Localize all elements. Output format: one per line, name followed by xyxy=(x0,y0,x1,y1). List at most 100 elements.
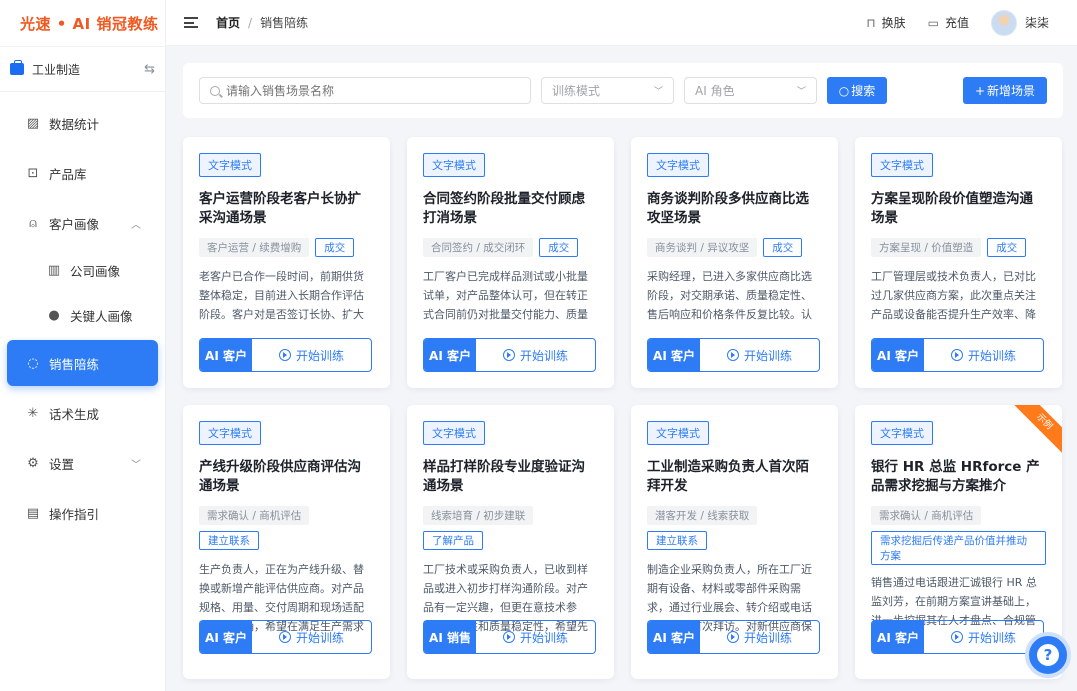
start-training-button[interactable]: 开始训练 xyxy=(476,621,595,653)
mode-tag: 文字模式 xyxy=(423,153,485,177)
search-icon: ○ xyxy=(838,83,850,98)
play-icon xyxy=(950,349,963,361)
sidebar-item-label: 关键人画像 xyxy=(70,309,133,324)
start-training-button[interactable]: 开始训练 xyxy=(252,621,371,653)
mode-tag: 文字模式 xyxy=(199,421,261,445)
ai-role-button[interactable]: AI 客户 xyxy=(872,339,924,371)
search-button[interactable]: ○ 搜索 xyxy=(827,77,887,104)
breadcrumb-home[interactable]: 首页 xyxy=(216,14,240,31)
start-training-button[interactable]: 开始训练 xyxy=(476,339,595,371)
mode-tag: 文字模式 xyxy=(199,153,261,177)
sample-ribbon: 示例 xyxy=(1009,405,1062,457)
building-icon: ▥ xyxy=(47,263,61,278)
ai-role-button[interactable]: AI 客户 xyxy=(648,621,700,653)
play-icon xyxy=(278,631,291,643)
header-actions: ⊓ 换肤 ▭ 充值 柒柒 xyxy=(866,9,1049,36)
sidebar-item-label: 话术生成 xyxy=(49,406,100,422)
help-button[interactable]: ? xyxy=(1025,632,1071,678)
scene-card[interactable]: 文字模式 方案呈现阶段价值塑造沟通场景 方案呈现 / 价值塑造 成交 工厂管理层… xyxy=(855,137,1062,388)
scene-card[interactable]: 文字模式 工业制造采购负责人首次陌拜开发 潜客开发 / 线索获取 建立联系 制造… xyxy=(631,405,838,679)
skin-button[interactable]: ⊓ 换肤 xyxy=(866,14,905,31)
category-tag: 需求确认 / 商机评估 xyxy=(871,506,982,525)
card-description: 老客户已合作一段时间，前期供货整体稳定，目前进入长期合作评估阶段。客户对是否签订… xyxy=(199,270,364,321)
switch-icon[interactable]: ⇆ xyxy=(144,62,155,77)
mode-tag: 文字模式 xyxy=(871,153,933,177)
stage-tag: 了解产品 xyxy=(423,531,483,550)
ai-role-button[interactable]: AI 客户 xyxy=(872,621,924,653)
scene-card[interactable]: 文字模式 样品打样阶段专业度验证沟通场景 线索培育 / 初步建联 了解产品 工厂… xyxy=(407,405,614,679)
start-training-label: 开始训练 xyxy=(743,630,792,645)
card-actions: AI 客户 开始训练 xyxy=(647,338,820,372)
sidebar-item-company-profile[interactable]: ▥ 公司画像 xyxy=(0,248,165,293)
sidebar-item-key-person[interactable]: ● 关键人画像 xyxy=(0,293,165,338)
scene-card[interactable]: 文字模式 产线升级阶段供应商评估沟通场景 需求确认 / 商机评估 建立联系 生产… xyxy=(183,405,390,679)
ai-role-button[interactable]: AI 客户 xyxy=(200,621,252,653)
start-training-button[interactable]: 开始训练 xyxy=(252,339,371,371)
card-title: 工业制造采购负责人首次陌拜开发 xyxy=(647,459,809,494)
sidebar-item-stats[interactable]: ▨ 数据统计 xyxy=(0,98,165,148)
card-actions: AI 客户 开始训练 xyxy=(423,338,596,372)
card-title: 合同签约阶段批量交付顾虑打消场景 xyxy=(423,191,585,226)
start-training-button[interactable]: 开始训练 xyxy=(700,621,819,653)
chevron-down-icon: ﹀ xyxy=(653,87,663,97)
sidebar-item-settings[interactable]: ⚙ 设置 ﹀ xyxy=(0,438,165,488)
doc-icon: ▤ xyxy=(26,505,40,521)
card-description: 采购经理，已进入多家供应商比选阶段，对交期承诺、质量稳定性、售后响应和价格条件反… xyxy=(647,270,812,321)
sidebar-item-label: 客户画像 xyxy=(49,216,100,232)
workspace-selector[interactable]: 工业制造 ⇆ xyxy=(0,46,165,92)
card-tags: 需求确认 / 商机评估 需求挖掘后传递产品价值并推动方案 xyxy=(871,506,1046,565)
sidebar-item-sales-training[interactable]: ◌ 销售陪练 xyxy=(7,340,158,386)
ai-role-button[interactable]: AI 销售 xyxy=(424,621,476,653)
app-logo[interactable]: 光速 • AI 销冠教练 xyxy=(0,0,165,46)
card-tags: 合同签约 / 成交闭环 成交 xyxy=(423,238,598,257)
search-input[interactable] xyxy=(226,83,506,98)
sidebar-item-label: 数据统计 xyxy=(49,116,100,132)
filter-toolbar: 训练模式 ﹀ AI 角色 ﹀ ○ 搜索 + 新增场景 xyxy=(183,63,1063,118)
ai-role-button[interactable]: AI 客户 xyxy=(648,339,700,371)
ai-role-button[interactable]: AI 客户 xyxy=(424,339,476,371)
scene-card[interactable]: 文字模式 合同签约阶段批量交付顾虑打消场景 合同签约 / 成交闭环 成交 工厂客… xyxy=(407,137,614,388)
briefcase-icon xyxy=(10,60,24,75)
card-description: 工厂管理层或技术负责人，已对比过几家供应商方案，此次重点关注产品或设备能否提升生… xyxy=(871,270,1036,321)
plus-icon: + xyxy=(974,83,986,98)
breadcrumb: 首页 / 销售陪练 xyxy=(216,14,308,31)
card-tags: 线索培育 / 初步建联 了解产品 xyxy=(423,506,598,550)
start-training-label: 开始训练 xyxy=(967,348,1016,363)
add-scene-label: 新增场景 xyxy=(987,84,1036,98)
sidebar-item-script-gen[interactable]: ✳ 话术生成 xyxy=(0,388,165,438)
search-button-label: 搜索 xyxy=(851,84,876,98)
skin-label: 换肤 xyxy=(881,16,906,30)
sidebar-nav: ▨ 数据统计 ⊡ 产品库 ⍝ 客户画像 ︿ ▥ 公司画像 ● 关键人画像 ◌ 销… xyxy=(0,92,165,538)
box-icon: ⊡ xyxy=(27,165,39,181)
category-tag: 潜客开发 / 线索获取 xyxy=(647,506,758,525)
card-tags: 商务谈判 / 异议攻坚 成交 xyxy=(647,238,822,257)
card-title: 客户运营阶段老客户长协扩采沟通场景 xyxy=(199,191,361,226)
search-box[interactable] xyxy=(199,77,531,104)
user-menu[interactable]: 柒柒 xyxy=(990,9,1049,36)
add-scene-button[interactable]: + 新增场景 xyxy=(963,77,1047,104)
menu-toggle-icon[interactable] xyxy=(184,17,198,28)
sidebar-item-label: 设置 xyxy=(49,456,75,472)
scene-card[interactable]: 文字模式 客户运营阶段老客户长协扩采沟通场景 客户运营 / 续费增购 成交 老客… xyxy=(183,137,390,388)
card-title: 样品打样阶段专业度验证沟通场景 xyxy=(423,459,585,494)
folder-icon: ▭ xyxy=(927,15,939,30)
sidebar-item-guide[interactable]: ▤ 操作指引 xyxy=(0,488,165,538)
card-tags: 客户运营 / 续费增购 成交 xyxy=(199,238,374,257)
start-training-button[interactable]: 开始训练 xyxy=(700,339,819,371)
ai-role-button[interactable]: AI 客户 xyxy=(200,339,252,371)
sidebar-item-products[interactable]: ⊡ 产品库 xyxy=(0,148,165,198)
start-training-button[interactable]: 开始训练 xyxy=(924,339,1043,371)
avatar xyxy=(990,9,1017,36)
card-title: 商务谈判阶段多供应商比选攻坚场景 xyxy=(647,191,809,226)
sidebar-item-customer-profile[interactable]: ⍝ 客户画像 ︿ xyxy=(0,198,165,248)
role-select[interactable]: AI 角色 ﹀ xyxy=(684,77,817,104)
card-tags: 潜客开发 / 线索获取 建立联系 xyxy=(647,506,822,550)
card-actions: AI 客户 开始训练 xyxy=(199,338,372,372)
stage-tag: 成交 xyxy=(315,238,355,257)
role-select-placeholder: AI 角色 xyxy=(695,84,735,98)
scene-card[interactable]: 文字模式 商务谈判阶段多供应商比选攻坚场景 商务谈判 / 异议攻坚 成交 采购经… xyxy=(631,137,838,388)
recharge-button[interactable]: ▭ 充值 xyxy=(928,14,969,31)
mode-select[interactable]: 训练模式 ﹀ xyxy=(541,77,674,104)
card-tags: 需求确认 / 商机评估 建立联系 xyxy=(199,506,374,550)
start-training-label: 开始训练 xyxy=(519,630,568,645)
